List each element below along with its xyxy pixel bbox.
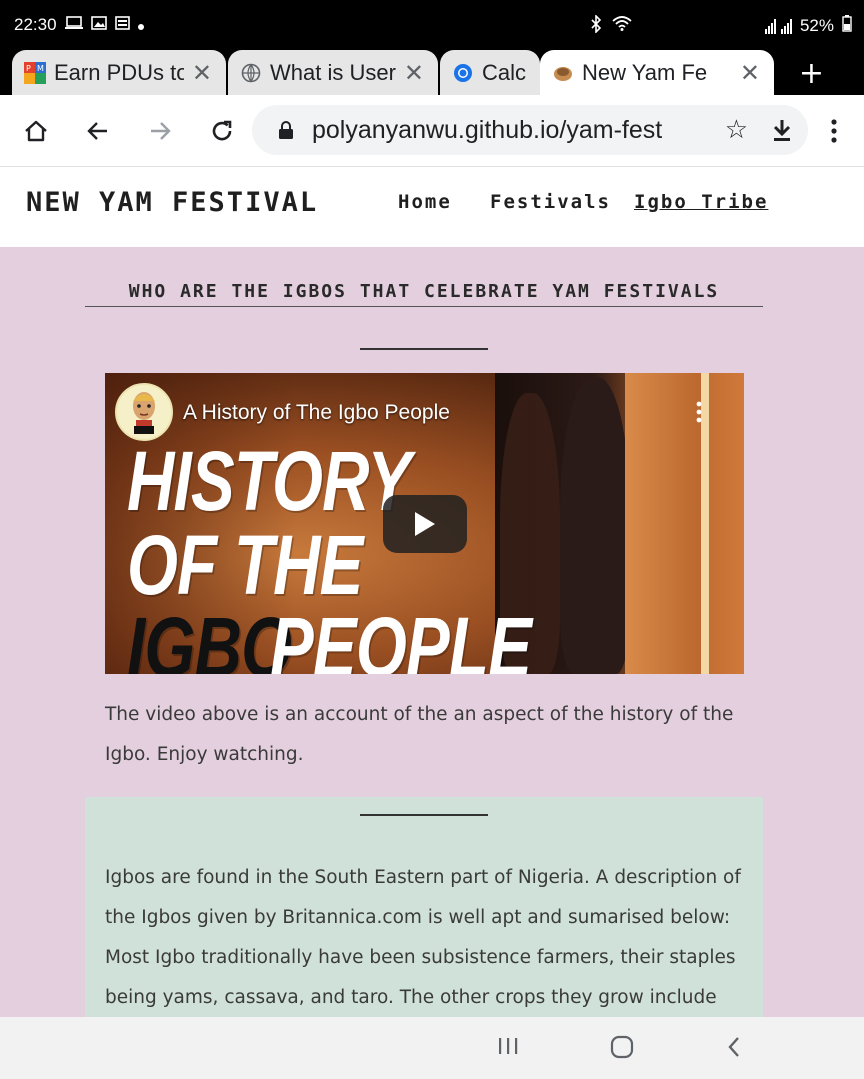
video-embed[interactable]: HISTORY OF THE IGBO PEOPLE A History of … [105,373,744,674]
tab-calc[interactable]: Calc [440,50,540,95]
video-title[interactable]: A History of The Igbo People [183,401,450,425]
tab-title: Calc [482,59,527,85]
section-heading: WHO ARE THE IGBOS THAT CELEBRATE YAM FES… [85,283,763,307]
close-icon[interactable]: ✕ [192,59,212,88]
lock-icon[interactable] [278,119,298,141]
play-button[interactable] [383,495,467,553]
main-content: WHO ARE THE IGBOS THAT CELEBRATE YAM FES… [0,247,864,1017]
status-center [590,14,632,37]
thumbnail-text: IGBO [127,600,292,674]
bluetooth-icon [590,14,602,37]
reload-icon[interactable] [204,113,240,149]
tab-title: What is User [270,59,396,85]
svg-text:M: M [37,64,44,73]
star-icon[interactable]: ☆ [725,115,748,145]
tab-earn-pdus[interactable]: PM Earn PDUs to ✕ [12,50,226,95]
battery-icon [842,15,852,36]
back-button-icon[interactable] [726,1035,742,1063]
image-icon [90,16,107,34]
browser-toolbar: polyanyanwu.github.io/yam-fest ☆ [0,95,864,167]
notification-dot-icon [137,16,144,34]
video-door-edge [701,373,709,674]
tab-title: New Yam Fe [582,59,708,85]
video-door [625,373,705,674]
news-icon [114,16,130,34]
system-navigation-bar [0,1017,864,1079]
svg-text:P: P [26,64,31,73]
close-icon[interactable]: ✕ [404,59,424,88]
description-line: the Igbos given by Britannica.com is wel… [105,907,731,928]
play-icon [415,512,435,536]
caption-line: The video above is an account of the an … [105,704,734,725]
video-more-icon[interactable] [696,401,702,423]
status-right: 52% [764,15,852,36]
status-left: 22:30 [14,15,144,35]
more-options-icon[interactable] [816,113,852,149]
home-button-icon[interactable] [610,1035,634,1063]
blue-circle-icon [452,62,474,84]
address-bar[interactable]: polyanyanwu.github.io/yam-fest ☆ [252,105,808,155]
video-caption: The video above is an account of the an … [105,695,745,775]
home-icon[interactable] [18,113,54,149]
igbo-description: Igbos are found in the South Eastern par… [105,858,745,1017]
laptop-icon [64,16,83,34]
url-text[interactable]: polyanyanwu.github.io/yam-fest [312,116,712,145]
recent-apps-icon[interactable] [497,1035,519,1061]
video-figure [560,378,630,674]
yam-icon [552,62,574,84]
site-brand[interactable]: NEW YAM FESTIVAL [26,187,318,218]
pmi-icon: PM [24,61,46,84]
status-bar: 22:30 52% [0,0,864,50]
caption-line: Igbo. Enjoy watching. [105,744,304,765]
forward-arrow-icon[interactable] [142,113,178,149]
tab-new-yam-festival[interactable]: New Yam Fe ✕ [540,50,774,95]
new-tab-button[interactable]: + [799,56,824,91]
description-line: Most Igbo traditionally have been subsis… [105,947,736,968]
tab-title: Earn PDUs to [54,59,184,85]
thumbnail-text: PEOPLE [270,600,532,674]
wifi-icon [612,15,632,37]
close-icon[interactable]: ✕ [740,59,760,88]
globe-icon [240,62,262,84]
download-icon[interactable] [770,117,794,147]
thumbnail-text: HISTORY [127,434,411,528]
tab-what-is-user[interactable]: What is User ✕ [228,50,438,95]
thumbnail-text: OF THE [127,518,363,612]
nav-link-igbo-tribe[interactable]: Igbo Tribe [634,191,768,213]
site-header: NEW YAM FESTIVAL Home Festivals Igbo Tri… [0,167,864,247]
divider [360,814,488,816]
battery-percent: 52% [799,15,834,35]
divider [360,348,488,350]
status-time: 22:30 [14,15,57,34]
signal-icon [764,18,792,34]
nav-link-festivals[interactable]: Festivals [490,191,611,213]
channel-avatar[interactable] [115,383,173,441]
back-arrow-icon[interactable] [80,113,116,149]
nav-link-home[interactable]: Home [398,191,452,213]
tab-strip: PM Earn PDUs to ✕ What is User ✕ Calc Ne… [0,50,864,95]
description-line: Igbos are found in the South Eastern par… [105,867,741,888]
description-line: being yams, cassava, and taro. The other… [105,987,717,1008]
